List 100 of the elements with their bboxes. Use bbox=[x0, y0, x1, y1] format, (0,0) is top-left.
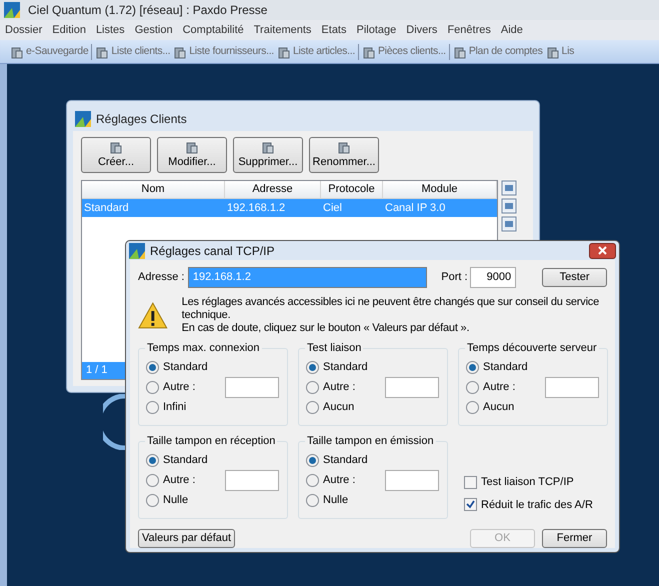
radio-button[interactable] bbox=[146, 494, 159, 506]
column-header[interactable]: Module bbox=[383, 181, 497, 198]
radio-label: Standard bbox=[323, 360, 369, 375]
radio-button[interactable] bbox=[306, 474, 319, 486]
radio-button[interactable] bbox=[466, 400, 479, 414]
radio-button[interactable] bbox=[146, 360, 159, 374]
toolbar-button[interactable]: Pièces clients... bbox=[362, 44, 446, 60]
radio-label: Aucun bbox=[323, 400, 356, 415]
value-field[interactable] bbox=[385, 470, 439, 490]
value-field[interactable] bbox=[385, 376, 439, 398]
menu-item[interactable]: Fenêtres bbox=[442, 22, 496, 38]
column-header[interactable]: Protocole bbox=[321, 181, 383, 198]
menu-item[interactable]: Aide bbox=[496, 22, 528, 38]
radio-label: Autre : bbox=[163, 472, 196, 488]
group-title: Taille tampon en réception bbox=[145, 433, 278, 450]
toolbar-button[interactable]: Plan de comptes bbox=[452, 44, 543, 60]
radio-button[interactable] bbox=[466, 360, 479, 374]
warning-text: En cas de doute, cliquez sur le bouton « Valeurs par défaut ». bbox=[182, 322, 470, 335]
dialog-title: Réglages canal TCP/IP bbox=[150, 242, 276, 260]
test-button[interactable]: Tester bbox=[542, 268, 607, 286]
document-icon bbox=[452, 44, 467, 58]
checkbox[interactable] bbox=[464, 476, 477, 489]
radio-label: Standard bbox=[323, 452, 369, 468]
menu-item[interactable]: Listes bbox=[90, 22, 130, 38]
column-header[interactable]: Adresse bbox=[225, 181, 321, 198]
menu-item[interactable]: Gestion bbox=[130, 22, 178, 38]
check-icon bbox=[466, 500, 475, 510]
value-field[interactable] bbox=[225, 470, 279, 490]
menu-item[interactable]: Etats bbox=[316, 22, 352, 38]
toolbar-button[interactable]: Supprimer... bbox=[233, 137, 303, 173]
table-cell-text: 192.168.1.2 bbox=[226, 200, 286, 216]
side-tool-icon[interactable] bbox=[501, 198, 517, 214]
menu-item[interactable]: Pilotage bbox=[352, 22, 402, 38]
toolbar-button[interactable]: e-Sauvegarde bbox=[10, 44, 88, 60]
radio-button[interactable] bbox=[146, 380, 159, 394]
value-field[interactable] bbox=[545, 376, 599, 398]
menu-item[interactable]: Edition bbox=[47, 22, 91, 38]
document-icon bbox=[546, 44, 560, 58]
port-field[interactable]: 9000 bbox=[470, 266, 516, 288]
menu-item[interactable]: Dossier bbox=[0, 22, 48, 38]
app-logo-icon bbox=[129, 242, 145, 258]
radio-button[interactable] bbox=[306, 400, 319, 414]
radio-button[interactable] bbox=[466, 380, 479, 394]
radio-button[interactable] bbox=[146, 474, 159, 486]
document-icon bbox=[173, 44, 188, 58]
toolbar-button[interactable]: Créer... bbox=[81, 137, 151, 173]
value-field[interactable] bbox=[225, 376, 279, 398]
document-icon bbox=[337, 140, 351, 154]
port-label: Port : bbox=[441, 270, 469, 285]
radio-label: Standard bbox=[163, 452, 209, 468]
group-title: Temps max. connexion bbox=[145, 340, 262, 356]
dialog-title: Réglages Clients bbox=[96, 111, 187, 128]
toolbar-button[interactable]: Liste fournisseurs... bbox=[173, 44, 274, 60]
document-icon bbox=[276, 44, 291, 58]
radio-label: Infini bbox=[163, 400, 188, 415]
radio-label: Nulle bbox=[163, 492, 190, 508]
toolbar-button[interactable]: Lis bbox=[546, 44, 574, 60]
radio-button[interactable] bbox=[306, 494, 319, 506]
document-icon bbox=[10, 44, 24, 58]
side-tool-icon[interactable] bbox=[501, 180, 517, 196]
toolbar-button[interactable]: Liste clients... bbox=[95, 44, 170, 60]
group-title: Temps découverte serveur bbox=[465, 340, 599, 356]
radio-label: Aucun bbox=[483, 400, 516, 415]
table-cell-text: Standard bbox=[83, 200, 130, 216]
toolbar-button[interactable]: Renommer... bbox=[309, 137, 379, 173]
radio-button[interactable] bbox=[306, 360, 319, 374]
menu-item[interactable]: Traitements bbox=[248, 22, 316, 38]
document-icon bbox=[261, 140, 275, 154]
document-icon bbox=[95, 44, 110, 58]
radio-label: Autre : bbox=[323, 472, 356, 488]
column-header[interactable]: Nom bbox=[82, 181, 225, 198]
radio-label: Standard bbox=[163, 360, 209, 375]
toolbar-button[interactable]: Modifier... bbox=[157, 137, 227, 173]
checkbox-label: Test liaison TCP/IP bbox=[481, 475, 574, 490]
app-logo-icon bbox=[4, 2, 20, 18]
toolbar-button[interactable]: Liste articles... bbox=[276, 44, 355, 60]
radio-label: Autre : bbox=[323, 380, 356, 395]
group-title: Taille tampon en émission bbox=[305, 433, 436, 450]
window-title: Ciel Quantum (1.72) [réseau] : Paxdo Presse bbox=[28, 2, 268, 19]
radio-button[interactable] bbox=[146, 400, 159, 414]
radio-button[interactable] bbox=[306, 454, 319, 466]
radio-label: Autre : bbox=[163, 380, 196, 395]
checkbox[interactable] bbox=[464, 498, 477, 512]
side-tool-icon[interactable] bbox=[501, 216, 517, 232]
address-label: Adresse : bbox=[138, 270, 186, 285]
menu-item[interactable]: Comptabilité bbox=[178, 22, 249, 38]
close-icon bbox=[598, 246, 607, 255]
radio-button[interactable] bbox=[306, 380, 319, 394]
close-button[interactable] bbox=[589, 242, 616, 258]
close-dialog-button[interactable]: Fermer bbox=[542, 529, 607, 548]
document-icon bbox=[109, 140, 123, 154]
menu-item[interactable]: Divers bbox=[401, 22, 442, 38]
document-icon bbox=[185, 140, 199, 154]
defaults-button[interactable]: Valeurs par défaut bbox=[138, 529, 236, 548]
warning-text: Les réglages avancés accessibles ici ne peuvent être changés que sur conseil du service technique. bbox=[182, 296, 600, 322]
app-logo-icon bbox=[75, 111, 91, 127]
checkbox-label: Réduit le trafic des A/R bbox=[481, 498, 593, 512]
ring-logo-icon bbox=[103, 394, 127, 450]
warning-icon bbox=[138, 302, 168, 329]
radio-button[interactable] bbox=[146, 454, 159, 466]
